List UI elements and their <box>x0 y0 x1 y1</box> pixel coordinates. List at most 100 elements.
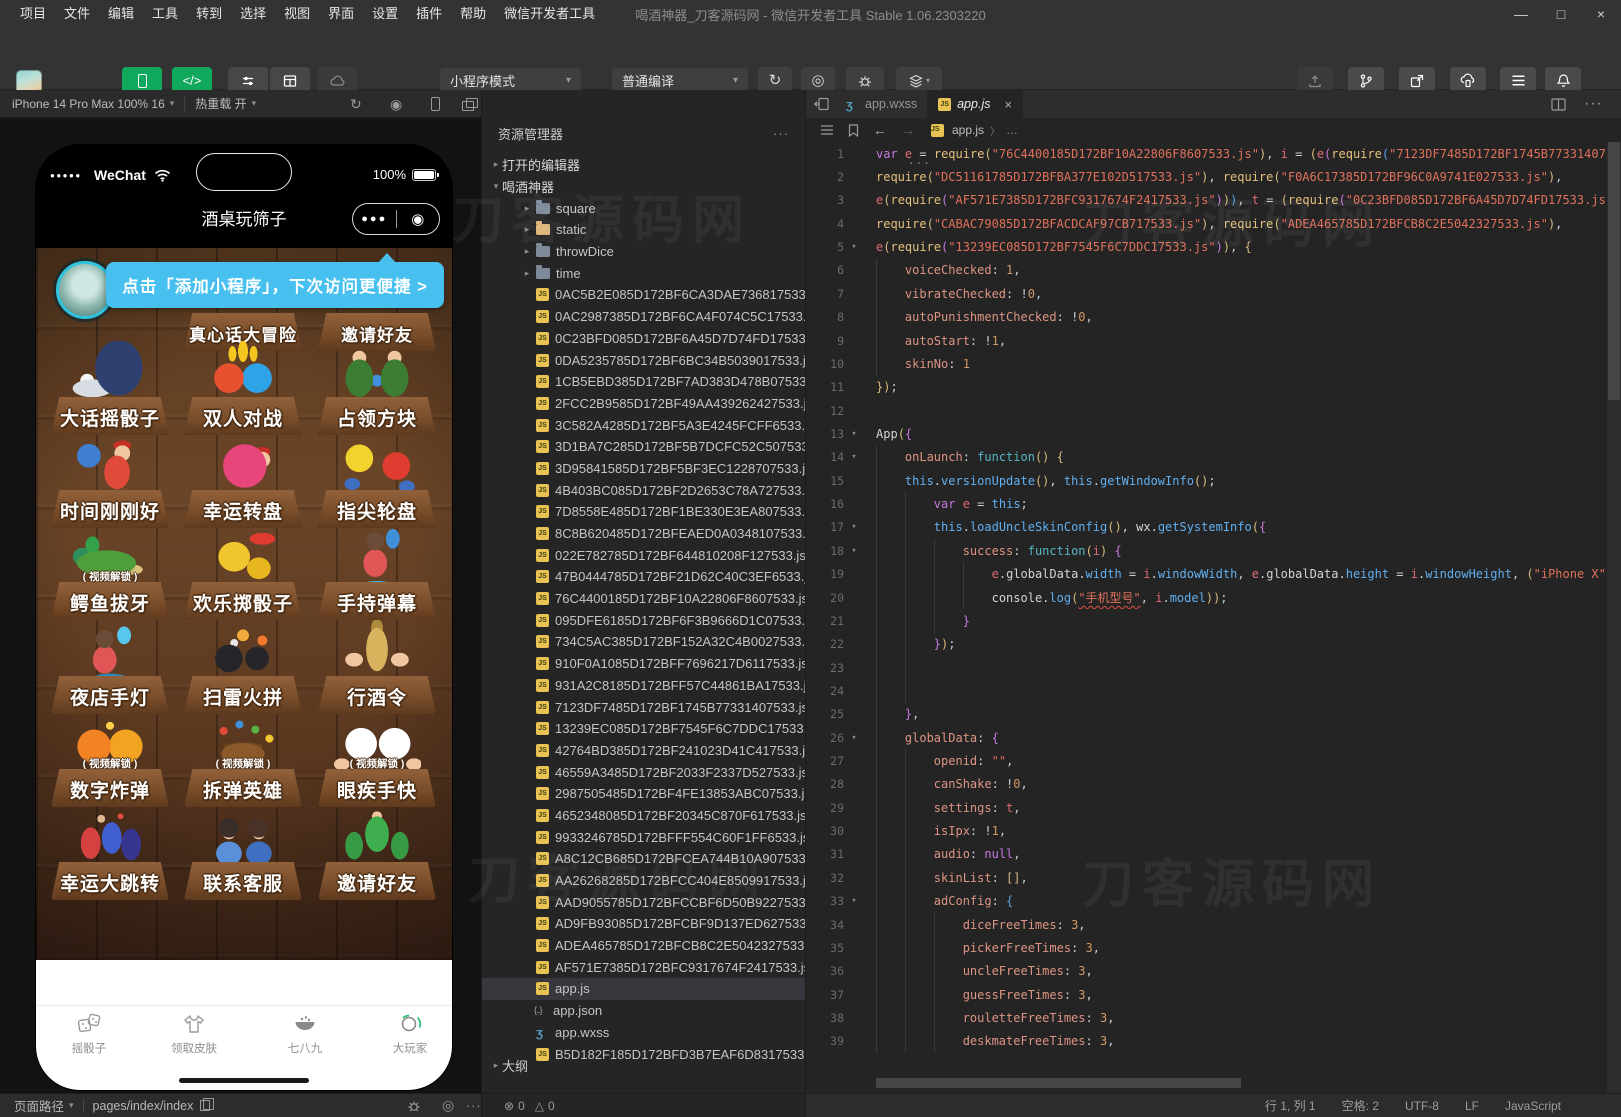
tree-row-static[interactable]: ▸static <box>482 219 805 241</box>
tree-row-app.json[interactable]: {..}app.json <box>482 1000 805 1022</box>
collapse-sidebar-icon[interactable] <box>806 90 836 118</box>
menu-item-文件[interactable]: 文件 <box>56 0 98 28</box>
fold-icon[interactable]: ▾ <box>844 733 864 743</box>
device-selector[interactable]: iPhone 14 Pro Max 100% 16 <box>12 97 165 111</box>
page-path-label[interactable]: 页面路径 <box>14 1096 64 1115</box>
hot-reload-toggle[interactable]: 热重载 开 <box>195 95 246 112</box>
tree-row-3D95841585D172BF5BF3EC1228707533.js[interactable]: JS3D95841585D172BF5BF3EC1228707533.js <box>482 458 805 480</box>
vertical-scrollbar[interactable] <box>1607 142 1621 1117</box>
tree-row-app.js[interactable]: JSapp.js <box>482 978 805 1000</box>
tree-row-AA26268285D172BFCC404E8509917533.js[interactable]: JSAA26268285D172BFCC404E8509917533.js <box>482 870 805 892</box>
status-item[interactable]: JavaScript <box>1505 1099 1561 1113</box>
tree-row-022E782785D172BF644810208F127533.js[interactable]: JS022E782785D172BF644810208F127533.js <box>482 544 805 566</box>
menu-item-项目[interactable]: 项目 <box>12 0 54 28</box>
copy-icon[interactable] <box>200 1100 210 1111</box>
tree-row-910F0A1085D172BFF7696217D6117533.js[interactable]: JS910F0A1085D172BFF7696217D6117533.js <box>482 653 805 675</box>
tree-row-2FCC2B9585D172BF49AA439262427533.js[interactable]: JS2FCC2B9585D172BF49AA439262427533.js <box>482 393 805 415</box>
device-frame-icon[interactable] <box>431 97 440 111</box>
tree-row-AAD9055785D172BFCCBF6D50B9227533.js[interactable]: JSAAD9055785D172BFCCBF6D50B9227533.js <box>482 891 805 913</box>
tree-row-13239EC085D172BF7545F6C7DDC17533.js[interactable]: JS13239EC085D172BF7545F6C7DDC17533.js <box>482 718 805 740</box>
miniapp-capsule[interactable]: ●●● ◉ <box>352 203 440 235</box>
tree-row-3D1BA7C285D172BF5B7DCFC52C507533.js[interactable]: JS3D1BA7C285D172BF5B7DCFC52C507533.js <box>482 436 805 458</box>
split-editor-icon[interactable] <box>1551 98 1566 111</box>
tree-row-AF571E7385D172BFC9317674F2417533.js[interactable]: JSAF571E7385D172BFC9317674F2417533.js <box>482 956 805 978</box>
tree-row-app.wxss[interactable]: ʒapp.wxss <box>482 1022 805 1044</box>
fold-icon[interactable]: ▾ <box>844 452 864 462</box>
fold-icon[interactable]: ▾ <box>844 896 864 906</box>
tree-row-ADEA465785D172BFCB8C2E5042327533.js[interactable]: JSADEA465785D172BFCB8C2E5042327533.js <box>482 935 805 957</box>
tree-row-7D8558E485D172BF1BE330E3EA807533.js[interactable]: JS7D8558E485D172BF1BE330E3EA807533.js <box>482 501 805 523</box>
more-icon[interactable]: ··· <box>773 126 789 141</box>
exit-icon[interactable]: ◉ <box>397 210 440 228</box>
tree-row-A8C12CB685D172BFCEA744B10A907533.js[interactable]: JSA8C12CB685D172BFCEA744B10A907533.js <box>482 848 805 870</box>
menu-item-选择[interactable]: 选择 <box>232 0 274 28</box>
outline-section[interactable]: ▸ 大纲 <box>482 1055 805 1076</box>
menu-item-插件[interactable]: 插件 <box>408 0 450 28</box>
tab-app.js[interactable]: JSapp.js× <box>928 90 1023 118</box>
multi-window-icon[interactable] <box>462 98 475 109</box>
tree-row-0AC2987385D172BF6CA4F074C5C17533.js[interactable]: JS0AC2987385D172BF6CA4F074C5C17533.js <box>482 306 805 328</box>
tree-row-42764BD385D172BF241023D41C417533.js[interactable]: JS42764BD385D172BF241023D41C417533.js <box>482 740 805 762</box>
fold-icon[interactable]: ▾ <box>844 242 864 252</box>
fold-icon[interactable]: ▾ <box>844 546 864 556</box>
restart-icon[interactable]: ↻ <box>350 97 362 111</box>
tree-row-76C4400185D172BF10A22806F8607533.js[interactable]: JS76C4400185D172BF10A22806F8607533.js <box>482 588 805 610</box>
fold-icon[interactable]: ▾ <box>844 429 864 439</box>
back-icon[interactable]: ← <box>873 122 887 138</box>
tree-row-095DFE6185D172BF6F3B9666D1C07533.js[interactable]: JS095DFE6185D172BF6F3B9666D1C07533.js <box>482 609 805 631</box>
tab-app.wxss[interactable]: ʒapp.wxss <box>836 90 928 118</box>
more-icon[interactable]: ··· <box>466 1099 482 1113</box>
breadcrumb-file[interactable]: app.js <box>952 123 984 137</box>
phone-tab-领取皮肤[interactable]: 领取皮肤 <box>154 1011 234 1056</box>
tree-row-square[interactable]: ▸square <box>482 197 805 219</box>
menu-item-设置[interactable]: 设置 <box>364 0 406 28</box>
tree-row-0DA5235785D172BF6BC34B5039017533.js[interactable]: JS0DA5235785D172BF6BC34B5039017533.js <box>482 349 805 371</box>
add-miniapp-banner[interactable]: 点击「添加小程序」，下次访问更便捷 > <box>106 262 444 308</box>
fold-icon[interactable]: ▾ <box>844 522 864 532</box>
record-icon[interactable]: ◉ <box>390 97 402 111</box>
scrollbar-thumb[interactable] <box>1608 142 1620 400</box>
tree-row-0C23BFD085D172BF6A45D7D74FD17533.js[interactable]: JS0C23BFD085D172BF6A45D7D74FD17533.js <box>482 328 805 350</box>
tree-row-0AC5B2E085D172BF6CA3DAE736817533.js[interactable]: JS0AC5B2E085D172BF6CA3DAE736817533.js <box>482 284 805 306</box>
tree-row-47B0444785D172BF21D62C40C3EF6533.js[interactable]: JS47B0444785D172BF21D62C40C3EF6533.js <box>482 566 805 588</box>
bug-icon[interactable] <box>406 1098 422 1114</box>
menu-item-微信开发者工具[interactable]: 微信开发者工具 <box>496 0 603 28</box>
menu-item-工具[interactable]: 工具 <box>144 0 186 28</box>
code-editor[interactable]: ··· 1var e = require("76C4400185D172BF10… <box>806 142 1621 1117</box>
tree-row-throwDice[interactable]: ▸throwDice <box>482 241 805 263</box>
menu-item-视图[interactable]: 视图 <box>276 0 318 28</box>
tree-row-2987505485D172BF4FE13853ABC07533.js[interactable]: JS2987505485D172BF4FE13853ABC07533.js <box>482 783 805 805</box>
tree-row-打开的编辑器[interactable]: ▸打开的编辑器 <box>482 154 805 176</box>
tree-row-8C8B620485D172BFEAED0A0348107533.js[interactable]: JS8C8B620485D172BFEAED0A0348107533.js <box>482 523 805 545</box>
maximize-button[interactable]: □ <box>1541 0 1581 28</box>
status-item[interactable]: UTF-8 <box>1405 1099 1439 1113</box>
forward-icon[interactable]: → <box>901 122 915 138</box>
tree-row-46559A3485D172BF2033F2337D527533.js[interactable]: JS46559A3485D172BF2033F2337D527533.js <box>482 761 805 783</box>
tree-row-931A2C8185D172BFF57C44861BA17533.js[interactable]: JS931A2C8185D172BFF57C44861BA17533.js <box>482 675 805 697</box>
bookmark-icon[interactable] <box>848 124 859 137</box>
outline-icon[interactable] <box>820 124 834 136</box>
eye-icon[interactable]: ◎ <box>442 1097 454 1114</box>
tree-row-3C582A4285D172BF5A3E4245FCFF6533.js[interactable]: JS3C582A4285D172BF5A3E4245FCFF6533.js <box>482 414 805 436</box>
close-button[interactable]: × <box>1581 0 1621 28</box>
minimize-button[interactable]: — <box>1501 0 1541 28</box>
menu-item-帮助[interactable]: 帮助 <box>452 0 494 28</box>
menu-item-界面[interactable]: 界面 <box>320 0 362 28</box>
menu-item-转到[interactable]: 转到 <box>188 0 230 28</box>
tree-row-1CB5EBD385D172BF7AD383D478B07533.js[interactable]: JS1CB5EBD385D172BF7AD383D478B07533.js <box>482 371 805 393</box>
menu-item-编辑[interactable]: 编辑 <box>100 0 142 28</box>
status-item[interactable]: 行 1, 列 1 <box>1265 1097 1316 1114</box>
more-icon[interactable]: ··· <box>1584 95 1603 113</box>
close-tab-icon[interactable]: × <box>1004 97 1012 112</box>
phone-tab-大玩家[interactable]: 大玩家 <box>370 1011 450 1056</box>
horizontal-scrollbar[interactable] <box>876 1078 1241 1088</box>
more-icon[interactable]: ●●● <box>353 213 396 225</box>
tree-row-734C5AC385D172BF152A32C4B0027533.js[interactable]: JS734C5AC385D172BF152A32C4B0027533.js <box>482 631 805 653</box>
tree-row-4652348085D172BF20345C870F617533.js[interactable]: JS4652348085D172BF20345C870F617533.js <box>482 805 805 827</box>
tree-row-4B403BC085D172BF2D2653C78A727533.js[interactable]: JS4B403BC085D172BF2D2653C78A727533.js <box>482 479 805 501</box>
tree-row-7123DF7485D172BF1745B77331407533.js[interactable]: JS7123DF7485D172BF1745B77331407533.js <box>482 696 805 718</box>
status-item[interactable]: LF <box>1465 1099 1479 1113</box>
tree-row-9933246785D172BFFF554C60F1FF6533.js[interactable]: JS9933246785D172BFFF554C60F1FF6533.js <box>482 826 805 848</box>
phone-tab-摇骰子[interactable]: 摇骰子 <box>49 1011 129 1056</box>
tree-row-AD9FB93085D172BFCBF9D137ED627533.js[interactable]: JSAD9FB93085D172BFCBF9D137ED627533.js <box>482 913 805 935</box>
